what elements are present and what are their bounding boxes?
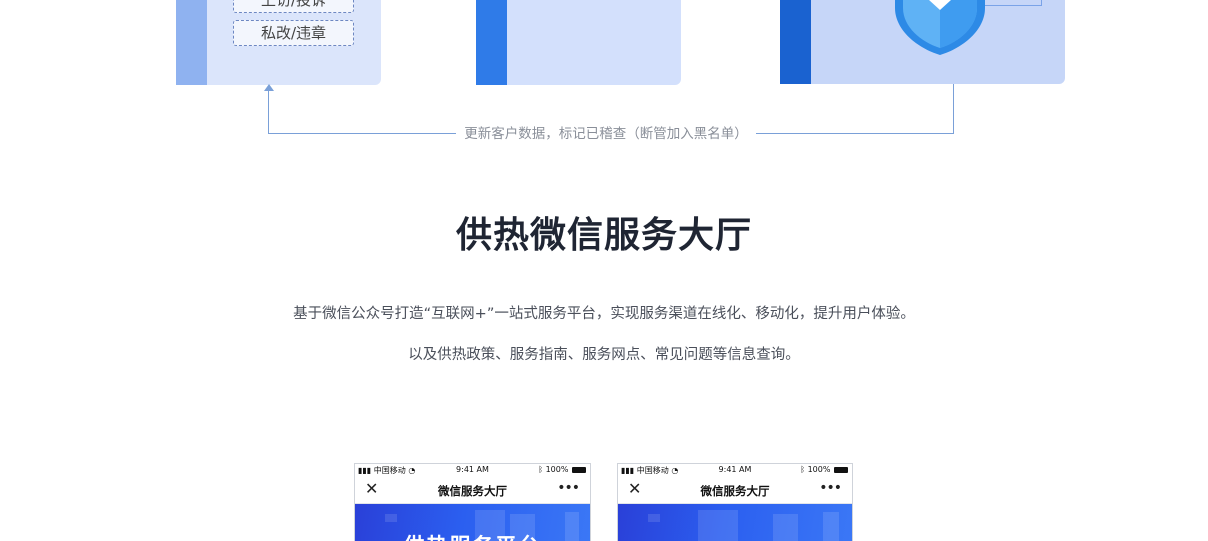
card-stripe [780, 0, 811, 84]
more-icon[interactable]: ••• [557, 480, 580, 496]
banner-title: 供热服务平台 [355, 530, 590, 541]
shield-connector [985, 0, 1042, 6]
banner-decoration [648, 514, 660, 522]
bluetooth-icon: ᛒ [800, 465, 806, 474]
connector-label: 更新客户数据，标记已稽查（断管加入黑名单） [464, 126, 748, 142]
diagram-tag-complaint: 上访/投诉 [233, 0, 354, 13]
section-description: 基于微信公众号打造“互联网+”一站式服务平台，实现服务渠道在线化、移动化，提升用… [293, 306, 915, 322]
banner-decoration [698, 510, 738, 541]
status-bar: ▮▮▮ 中国移动 ◔ 9:41 AM ᛒ 100% [618, 464, 852, 476]
phone-mockup: ▮▮▮ 中国移动 ◔ 9:41 AM ᛒ 100% ✕ 微信服务大厅 ••• [617, 463, 853, 541]
nav-bar: ✕ 微信服务大厅 ••• [618, 476, 852, 504]
nav-title: 微信服务大厅 [700, 484, 770, 498]
nav-title: 微信服务大厅 [438, 484, 507, 498]
connector-line [268, 133, 456, 134]
connector-line [268, 89, 269, 133]
battery-icon [834, 467, 848, 473]
diagram-card-middle [476, 0, 681, 85]
battery-icon [572, 467, 586, 473]
connector-arrowhead [264, 84, 274, 91]
banner-decoration [385, 514, 397, 522]
section-title: 供热微信服务大厅 [455, 215, 752, 256]
card-stripe [476, 0, 507, 85]
section-description: 以及供热政策、服务指南、服务网点、常见问题等信息查询。 [408, 347, 800, 363]
bluetooth-icon: ᛒ [538, 465, 544, 474]
connector-line [953, 84, 954, 134]
connector-line [756, 133, 954, 134]
battery-label: 100% [545, 465, 569, 474]
shield-icon [895, 0, 985, 55]
diagram-tag-violation: 私改/违章 [233, 20, 354, 46]
status-bar: ▮▮▮ 中国移动 ◔ 9:41 AM ᛒ 100% [355, 464, 590, 476]
status-right: ᛒ 100% [538, 465, 586, 474]
card-stripe [176, 0, 207, 85]
status-right: ᛒ 100% [800, 465, 848, 474]
banner-decoration [773, 514, 798, 541]
phone-mockup: ▮▮▮ 中国移动 ◔ 9:41 AM ᛒ 100% ✕ 微信服务大厅 ••• 供… [354, 463, 591, 541]
battery-label: 100% [807, 465, 831, 474]
more-icon[interactable]: ••• [819, 480, 842, 496]
banner: 供热服务平台 [355, 504, 590, 541]
nav-bar: ✕ 微信服务大厅 ••• [355, 476, 590, 504]
banner [618, 504, 852, 541]
banner-decoration [823, 512, 839, 541]
